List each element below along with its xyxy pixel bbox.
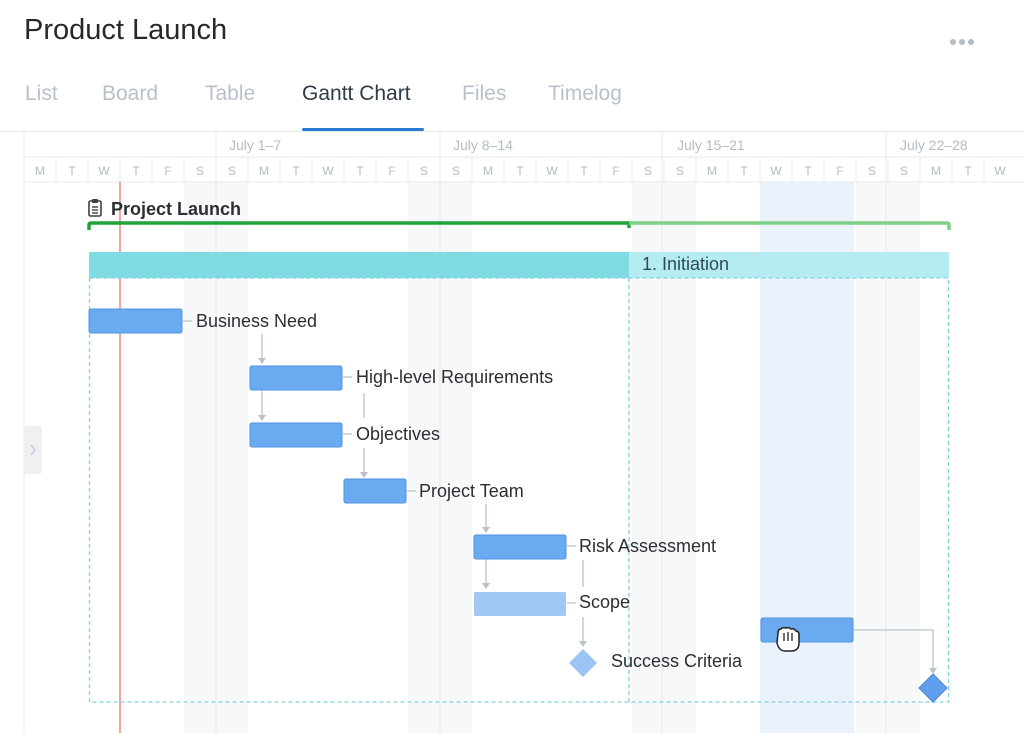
day-label: S	[676, 164, 684, 178]
day-label: F	[612, 164, 619, 178]
day-label: S	[868, 164, 876, 178]
panel-expand-handle[interactable]	[24, 426, 42, 474]
task-label: Risk Assessment	[579, 536, 716, 556]
day-label: T	[292, 164, 300, 178]
tab-files[interactable]: Files	[462, 82, 506, 106]
task-high-level-requirements[interactable]: High-level Requirements	[249, 365, 553, 391]
milestone-diamond[interactable]	[569, 649, 597, 677]
day-label: S	[644, 164, 652, 178]
day-label: W	[994, 164, 1006, 178]
day-label: W	[770, 164, 782, 178]
project-bar-done	[87, 221, 631, 230]
task-bar[interactable]	[249, 365, 343, 391]
day-label: S	[196, 164, 204, 178]
tab-table[interactable]: Table	[205, 82, 255, 106]
day-label: W	[98, 164, 110, 178]
task-bar[interactable]	[760, 617, 854, 643]
day-label: T	[68, 164, 76, 178]
task-bar[interactable]	[249, 422, 343, 448]
task-risk-assessment[interactable]: Risk Assessment	[473, 534, 716, 560]
phase-name: 1. Initiation	[642, 254, 729, 274]
day-label: T	[964, 164, 972, 178]
day-label: M	[259, 164, 269, 178]
day-label: F	[836, 164, 843, 178]
day-label: W	[546, 164, 558, 178]
task-project-team[interactable]: Project Team	[343, 478, 524, 504]
day-label: T	[132, 164, 140, 178]
task-label: Objectives	[356, 424, 440, 444]
task-bar[interactable]	[473, 534, 567, 560]
day-labels: MTWTFSSMTWTFSSMTWTFSSMTWTFSSMTW	[35, 164, 1006, 178]
day-label: S	[228, 164, 236, 178]
week-label: July 8–14	[453, 137, 513, 153]
day-label: W	[322, 164, 334, 178]
task-label: Success Criteria	[611, 651, 743, 671]
chevron-right-icon	[30, 444, 36, 456]
task-bar[interactable]	[474, 592, 566, 616]
day-label: M	[707, 164, 717, 178]
tab-gantt-chart[interactable]: Gantt Chart	[302, 82, 411, 106]
more-horizontal-icon[interactable]	[946, 28, 978, 54]
tab-list[interactable]: List	[25, 82, 58, 106]
day-label: T	[580, 164, 588, 178]
task-bar[interactable]	[343, 478, 407, 504]
week-label: July 1–7	[229, 137, 281, 153]
gantt-canvas: July 1–7 July 8–14 July 15–21 July 22–28…	[23, 132, 1024, 733]
week-label: July 22–28	[900, 137, 968, 153]
gantt-chart: July 1–7 July 8–14 July 15–21 July 22–28…	[0, 132, 1024, 733]
day-label: S	[420, 164, 428, 178]
week-label: July 15–21	[677, 137, 745, 153]
day-label: T	[356, 164, 364, 178]
grab-hand-icon	[776, 626, 800, 652]
milestone-diamond[interactable]	[918, 673, 948, 703]
phase-bar-done	[89, 252, 629, 278]
day-label: S	[900, 164, 908, 178]
clipboard-icon	[88, 199, 102, 217]
day-label: F	[388, 164, 395, 178]
day-label: S	[452, 164, 460, 178]
task-label: Scope	[579, 592, 630, 612]
day-label: M	[931, 164, 941, 178]
day-label: F	[164, 164, 171, 178]
task-label: High-level Requirements	[356, 367, 553, 387]
day-label: T	[804, 164, 812, 178]
day-label: T	[516, 164, 524, 178]
task-scope[interactable]: Scope	[474, 592, 630, 616]
day-label: M	[483, 164, 493, 178]
task-objectives[interactable]: Objectives	[249, 422, 440, 448]
task-bar[interactable]	[88, 308, 183, 334]
page-title: Product Launch	[24, 14, 228, 46]
view-tabs: List Board Table Gantt Chart Files Timel…	[0, 80, 1024, 132]
dragged-task[interactable]	[760, 617, 854, 643]
project-name: Project Launch	[111, 199, 241, 219]
tab-board[interactable]: Board	[102, 82, 158, 106]
task-business-need[interactable]: Business Need	[88, 308, 317, 334]
day-label: T	[740, 164, 748, 178]
task-label: Project Team	[419, 481, 524, 501]
day-label: M	[35, 164, 45, 178]
week-labels: July 1–7 July 8–14 July 15–21 July 22–28	[229, 137, 968, 153]
tab-timelog[interactable]: Timelog	[548, 82, 622, 106]
task-label: Business Need	[196, 311, 317, 331]
